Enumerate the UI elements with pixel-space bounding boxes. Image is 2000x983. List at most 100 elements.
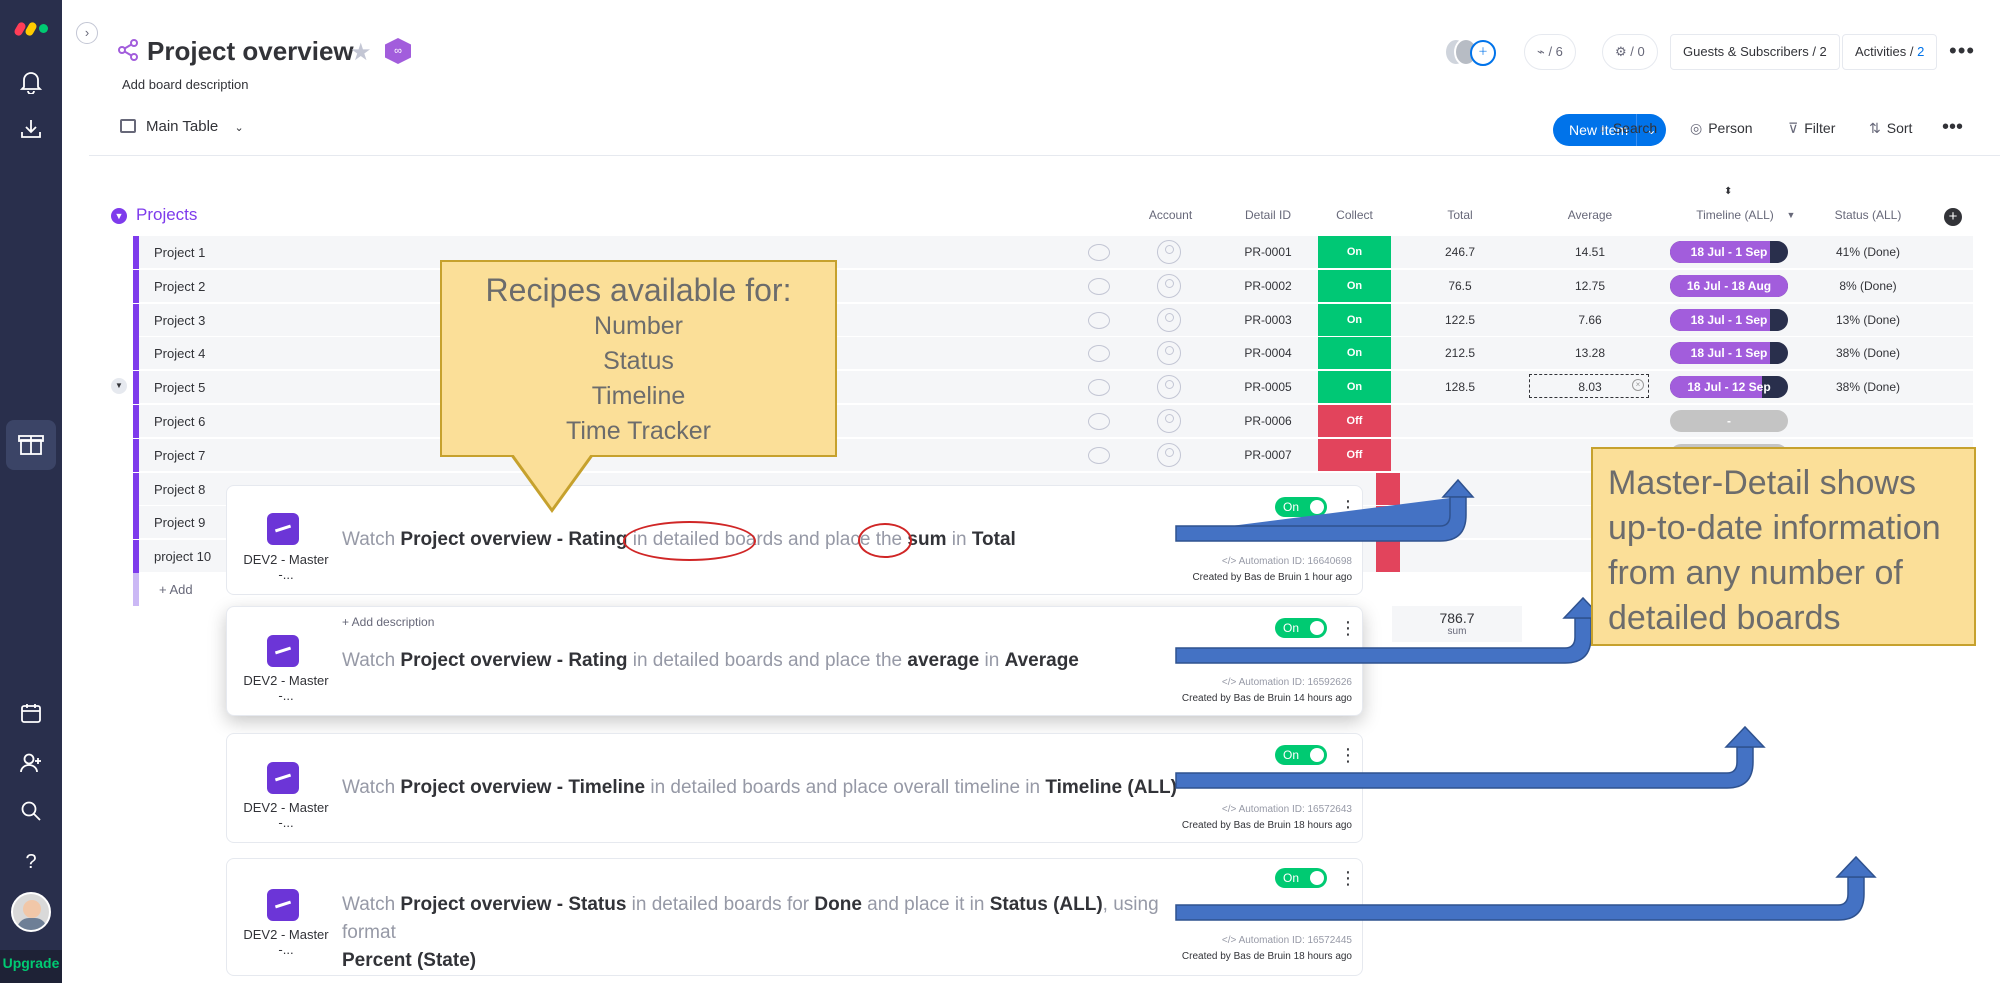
timeline-cell[interactable]: 18 Jul - 1 Sep [1670, 342, 1788, 365]
upgrade-button[interactable]: Upgrade [0, 950, 62, 983]
item-name[interactable]: Project 1 [154, 245, 205, 260]
automation-card-status[interactable]: DEV2 - Master -... Watch Project overvie… [226, 858, 1363, 976]
integrations-button[interactable]: ⌁ / 6 [1524, 34, 1576, 70]
average-cell-editor[interactable]: × [1529, 374, 1649, 398]
item-name[interactable]: Project 7 [154, 448, 205, 463]
collect-status-cell[interactable]: On [1318, 337, 1391, 370]
invite-person-icon[interactable] [17, 752, 45, 780]
item-name[interactable]: Project 9 [154, 515, 205, 530]
column-header-detail-id[interactable]: Detail ID [1218, 208, 1318, 222]
activities-button[interactable]: Activities / 2 [1842, 34, 1938, 70]
person-avatar-icon[interactable] [1157, 240, 1181, 264]
timeline-cell[interactable]: 16 Jul - 18 Aug [1670, 274, 1788, 297]
person-avatar-icon[interactable] [1157, 375, 1181, 400]
calendar-icon[interactable] [17, 702, 45, 730]
board-members[interactable]: ＋ [1444, 38, 1496, 66]
total-cell[interactable]: 76.5 [1395, 279, 1525, 293]
collect-status-cell[interactable]: On [1318, 236, 1391, 268]
item-name[interactable]: Project 4 [154, 346, 205, 361]
table-row[interactable]: Project 5 PR-0005 On 128.5 8.03 18 Jul - 12 S… [133, 371, 1973, 405]
comment-bubble-icon[interactable] [1088, 277, 1110, 295]
table-row[interactable]: Project 4 PR-0004 On 212.5 13.28 18 Jul - 1 S… [133, 337, 1973, 371]
add-column-button[interactable]: + [1944, 208, 1962, 226]
automation-toggle[interactable]: On [1275, 868, 1327, 888]
total-cell[interactable]: 128.5 [1395, 380, 1525, 394]
invite-members-icon[interactable]: ＋ [1470, 40, 1496, 66]
automation-recipe-text[interactable]: Watch Project overview - Status in detai… [342, 891, 1192, 975]
automation-menu-icon[interactable]: ⋮ [1339, 497, 1357, 517]
toolbar-more-icon[interactable]: ••• [1942, 116, 1963, 139]
automation-menu-icon[interactable]: ⋮ [1339, 868, 1357, 888]
detail-id-cell[interactable]: PR-0006 [1218, 414, 1318, 428]
column-sort-icon[interactable]: ⬍ [1724, 186, 1732, 197]
detail-id-cell[interactable]: PR-0005 [1218, 380, 1318, 394]
detail-id-cell[interactable]: PR-0003 [1218, 313, 1318, 327]
column-header-collect[interactable]: Collect [1318, 208, 1391, 222]
table-row[interactable]: Project 6 PR-0006 Off - [133, 405, 1973, 438]
comment-bubble-icon[interactable] [1088, 446, 1110, 464]
column-header-account[interactable]: Account [1108, 208, 1233, 222]
timeline-cell[interactable]: 18 Jul - 1 Sep [1670, 241, 1788, 263]
column-menu-chevron-icon[interactable]: ▼ [1785, 210, 1797, 220]
sort-button[interactable]: ⇅ Sort [1869, 120, 1912, 137]
automation-card-sum[interactable]: DEV2 - Master -... Watch Project overvie… [226, 485, 1363, 595]
detail-id-cell[interactable]: PR-0007 [1218, 448, 1318, 462]
status-all-cell[interactable]: 8% (Done) [1803, 279, 1933, 293]
collect-status-cell[interactable]: On [1318, 371, 1391, 404]
total-cell[interactable]: 246.7 [1395, 245, 1525, 259]
inbox-download-icon[interactable] [17, 118, 45, 146]
automation-menu-icon[interactable]: ⋮ [1339, 618, 1357, 638]
automation-card-timeline[interactable]: DEV2 - Master -... Watch Project overvie… [226, 733, 1363, 843]
automation-recipe-text[interactable]: Watch Project overview - Rating in detai… [342, 647, 1079, 675]
person-avatar-icon[interactable] [1157, 307, 1181, 332]
collect-status-cell[interactable]: On [1318, 269, 1391, 302]
item-name[interactable]: project 10 [154, 549, 211, 564]
collect-status-cell[interactable]: On [1318, 303, 1391, 336]
board-description[interactable]: Add board description [122, 77, 248, 92]
person-filter-button[interactable]: ◎ Person [1690, 120, 1753, 137]
average-cell[interactable]: 12.75 [1525, 279, 1655, 293]
timeline-cell[interactable]: 18 Jul - 12 Sep [1670, 376, 1788, 399]
group-collapse-icon[interactable]: ▼ [111, 208, 127, 224]
table-row[interactable]: Project 1 PR-0001 On 246.7 14.51 18 Jul - 1 S… [133, 236, 1973, 269]
board-title[interactable]: Project overview [147, 36, 354, 67]
item-name[interactable]: Project 6 [154, 414, 205, 429]
item-name[interactable]: Project 3 [154, 313, 205, 328]
item-name[interactable]: Project 5 [154, 380, 205, 395]
bell-icon[interactable] [17, 70, 45, 98]
comment-bubble-icon[interactable] [1088, 413, 1110, 430]
column-header-timeline-all[interactable]: Timeline (ALL) [1670, 208, 1800, 222]
help-icon[interactable]: ? [17, 848, 45, 876]
column-header-status-all[interactable]: Status (ALL) [1803, 208, 1933, 222]
timeline-cell[interactable]: 18 Jul - 1 Sep [1670, 308, 1788, 331]
table-row[interactable]: Project 3 PR-0003 On 122.5 7.66 18 Jul - 1 Se… [133, 303, 1973, 337]
timeline-cell[interactable]: - [1670, 410, 1788, 432]
status-all-cell[interactable]: 13% (Done) [1803, 313, 1933, 327]
person-avatar-icon[interactable] [1157, 273, 1181, 298]
collect-status-cell[interactable]: Off [1318, 438, 1391, 471]
total-cell[interactable]: 212.5 [1395, 346, 1525, 360]
view-selector[interactable]: Main Table ⌄ [120, 118, 244, 135]
detail-id-cell[interactable]: PR-0004 [1218, 346, 1318, 360]
subitems-expand-icon[interactable]: ▼ [111, 378, 127, 394]
user-avatar[interactable] [11, 892, 51, 932]
item-name[interactable]: Project 2 [154, 279, 205, 294]
automation-card-average[interactable]: + Add description DEV2 - Master -... Wat… [226, 606, 1363, 716]
automations-button[interactable]: ⚙ / 0 [1602, 34, 1658, 70]
average-cell[interactable]: 7.66 [1525, 313, 1655, 327]
guests-subscribers-button[interactable]: Guests & Subscribers / 2 [1670, 34, 1840, 70]
person-avatar-icon[interactable] [1157, 409, 1181, 433]
collect-status-cell[interactable] [1376, 540, 1400, 573]
status-all-cell[interactable]: 38% (Done) [1803, 380, 1933, 394]
item-name[interactable]: Project 8 [154, 482, 205, 497]
automation-toggle[interactable]: On [1275, 745, 1327, 765]
automation-menu-icon[interactable]: ⋮ [1339, 745, 1357, 765]
add-description-link[interactable]: + Add description [342, 615, 434, 629]
automation-toggle[interactable]: On [1275, 618, 1327, 638]
automation-toggle[interactable]: On [1275, 497, 1327, 517]
comment-bubble-icon[interactable] [1088, 345, 1110, 363]
total-cell[interactable]: 122.5 [1395, 313, 1525, 327]
status-all-cell[interactable]: 41% (Done) [1803, 245, 1933, 259]
average-cell[interactable]: 14.51 [1525, 245, 1655, 259]
status-all-cell[interactable]: 38% (Done) [1803, 346, 1933, 360]
